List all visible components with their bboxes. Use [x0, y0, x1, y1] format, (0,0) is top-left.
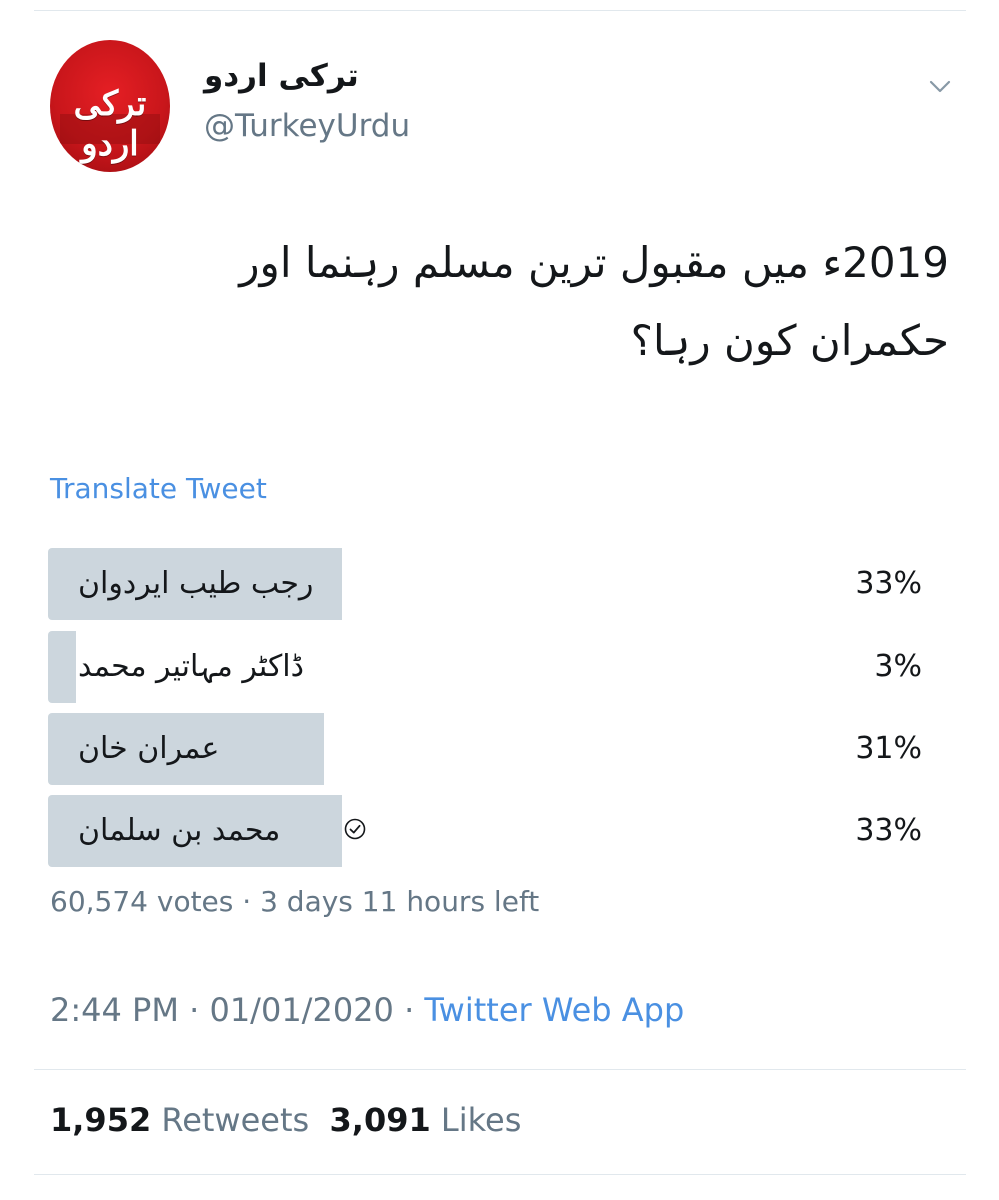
tweet-text: 2019ء میں مقبول ترین مسلم رہنما اور حکمر… — [239, 238, 949, 365]
retweets-count: 1,952 — [50, 1101, 152, 1139]
poll-option-percent: 33% — [855, 566, 922, 601]
likes-count: 3,091 — [329, 1101, 431, 1139]
translate-tweet-link[interactable]: Translate Tweet — [50, 472, 267, 505]
timestamp-separator: · — [178, 991, 210, 1029]
poll-meta-separator: · — [233, 885, 261, 918]
divider — [34, 1174, 966, 1175]
poll-option-percent: 33% — [855, 813, 922, 848]
poll-vote-count: 60,574 votes — [50, 885, 234, 918]
poll-bar — [48, 631, 76, 703]
likes-stat[interactable]: 3,091 Likes — [330, 1101, 522, 1139]
timestamp-separator: · — [393, 991, 425, 1029]
retweets-label: Retweets — [161, 1101, 310, 1139]
divider — [34, 1069, 966, 1070]
poll-option-label: رجب طیب ایردوان — [78, 566, 314, 601]
top-divider — [34, 10, 966, 11]
poll-option-label: ڈاکٹر مہاتیر محمد — [78, 649, 304, 684]
tweet-timestamp: 2:44 PM · 01/01/2020 · Twitter Web App — [50, 991, 684, 1029]
poll-option-label: محمد بن سلمان — [78, 813, 281, 848]
poll-meta: 60,574 votes · 3 days 11 hours left — [50, 885, 539, 918]
poll-option-label: عمران خان — [78, 731, 220, 766]
avatar[interactable]: ترکی اردو — [50, 40, 170, 172]
author-handle[interactable]: @TurkeyUrdu — [204, 108, 410, 144]
author-display-name[interactable]: ترکی اردو — [204, 58, 359, 94]
retweets-stat[interactable]: 1,952 Retweets — [50, 1101, 309, 1139]
tweet-date[interactable]: 01/01/2020 — [209, 991, 393, 1029]
poll-option: رجب طیب ایردوان 33% — [48, 548, 938, 620]
poll-option: ڈاکٹر مہاتیر محمد 3% — [48, 631, 938, 703]
likes-label: Likes — [440, 1101, 522, 1139]
check-circle-icon — [344, 818, 366, 840]
avatar-logo-text: ترکی اردو — [73, 84, 147, 164]
tweet-stats: 1,952 Retweets 3,091 Likes — [50, 1101, 521, 1139]
poll-option-percent: 3% — [874, 649, 922, 684]
poll-option-percent: 31% — [855, 731, 922, 766]
chevron-down-icon[interactable] — [929, 78, 951, 94]
poll-time-left: 3 days 11 hours left — [260, 885, 540, 918]
poll-option: محمد بن سلمان 33% — [48, 795, 938, 867]
poll-option: عمران خان 31% — [48, 713, 938, 785]
tweet-source-link[interactable]: Twitter Web App — [424, 991, 684, 1029]
tweet-time[interactable]: 2:44 PM — [50, 991, 179, 1029]
